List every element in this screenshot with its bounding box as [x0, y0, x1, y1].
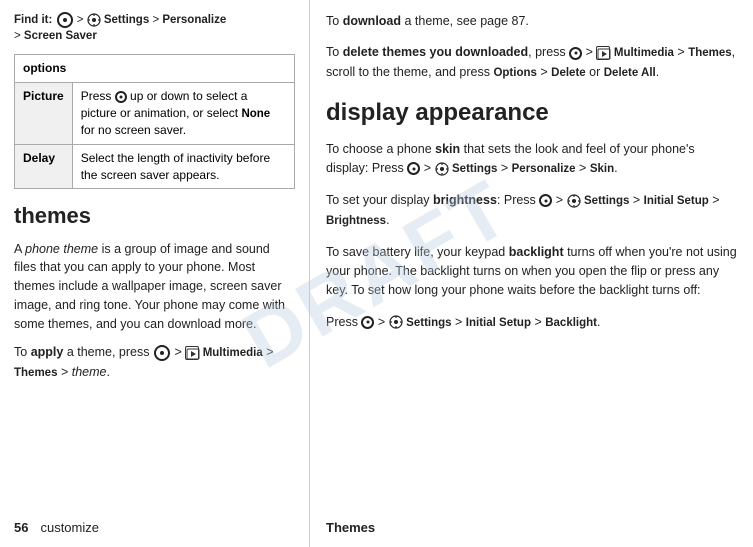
nav-circle-icon-5	[539, 194, 552, 207]
brightness-initial: Initial Setup	[644, 195, 709, 207]
nav-circle-icon-2	[154, 345, 170, 361]
nav-arrow-3: >	[14, 30, 24, 42]
backlight-para: To save battery life, your keypad backli…	[326, 243, 737, 301]
options-table: options Picture Press up or down to sele…	[14, 54, 295, 189]
apply-bold: apply	[31, 345, 64, 359]
find-it-label: Find it:	[14, 14, 52, 26]
nav-circle-icon-4	[407, 162, 420, 175]
picture-label: Picture	[15, 83, 73, 145]
apply-theme-text: To apply a theme, press > Multimedia > T…	[14, 343, 295, 383]
options-label: Options	[493, 67, 536, 79]
settings-icon-backlight	[389, 315, 403, 329]
delay-label: Delay	[15, 144, 73, 189]
settings-icon-skin	[435, 162, 449, 176]
delete-bold: delete themes you downloaded	[343, 45, 528, 59]
settings-label: Settings	[104, 14, 149, 26]
brightness-para: To set your display brightness: Press > …	[326, 191, 737, 231]
skin-settings: Settings	[452, 163, 497, 175]
download-para: To download a theme, see page 87.	[326, 12, 737, 31]
settings-icon-brightness	[567, 194, 581, 208]
theme-var: theme	[72, 365, 107, 379]
delay-description: Select the length of inactivity before t…	[72, 144, 294, 189]
nav-circle-icon-3	[569, 47, 582, 60]
skin-para: To choose a phone skin that sets the loo…	[326, 140, 737, 179]
backlight-press-line: Press > Settings > Initial Setup > Backl…	[326, 313, 737, 333]
themes-footer-label: Themes	[326, 520, 375, 535]
page-footer: 56 customize	[14, 520, 295, 535]
multimedia-icon-left	[185, 346, 199, 360]
backlight-settings: Settings	[406, 317, 451, 329]
backlight-initial: Initial Setup	[466, 317, 531, 329]
options-header: options	[15, 55, 295, 83]
delete-multimedia: Multimedia	[614, 47, 674, 59]
themes-footer-right: Themes	[326, 520, 737, 535]
page-number: 56	[14, 520, 28, 535]
nav-arrow-2: >	[152, 14, 162, 26]
picture-description: Press up or down to select a picture or …	[72, 83, 294, 145]
find-it-path: Find it: > Settings > Personalize > Scre…	[14, 12, 295, 44]
table-row-picture: Picture Press up or down to select a pic…	[15, 83, 295, 145]
right-column: To download a theme, see page 87. To del…	[310, 0, 753, 547]
delete-themes: Themes	[688, 47, 731, 59]
delete-para: To delete themes you downloaded, press >…	[326, 43, 737, 83]
left-column: Find it: > Settings > Personalize > Scre…	[0, 0, 310, 547]
download-bold: download	[343, 14, 401, 28]
backlight-bold: backlight	[509, 245, 564, 259]
brightness-label: Brightness	[326, 215, 386, 227]
settings-icon-left	[87, 13, 101, 27]
skin-personalize: Personalize	[512, 163, 576, 175]
nav-circle-icon-1	[57, 12, 73, 28]
skin-bold: skin	[435, 142, 460, 156]
themes-section-title: themes	[14, 203, 295, 229]
nav-circle-icon-6	[361, 316, 374, 329]
display-appearance-heading: display appearance	[326, 99, 737, 128]
themes-label-apply: Themes	[14, 367, 57, 379]
themes-body-text: A phone theme is a group of image and so…	[14, 240, 295, 334]
page-label: customize	[40, 520, 99, 535]
brightness-settings: Settings	[584, 195, 629, 207]
table-row-delay: Delay Select the length of inactivity be…	[15, 144, 295, 189]
delete-label: Delete	[551, 67, 586, 79]
backlight-label: Backlight	[545, 317, 597, 329]
screen-saver-label: Screen Saver	[24, 30, 97, 42]
skin-skin: Skin	[590, 163, 614, 175]
multimedia-label: Multimedia	[203, 347, 263, 359]
personalize-label: Personalize	[162, 14, 226, 26]
brightness-bold: brightness	[433, 193, 497, 207]
delete-all-label: Delete All	[604, 67, 656, 79]
multimedia-icon-right	[596, 46, 610, 60]
nav-arrow-1: >	[77, 14, 87, 26]
